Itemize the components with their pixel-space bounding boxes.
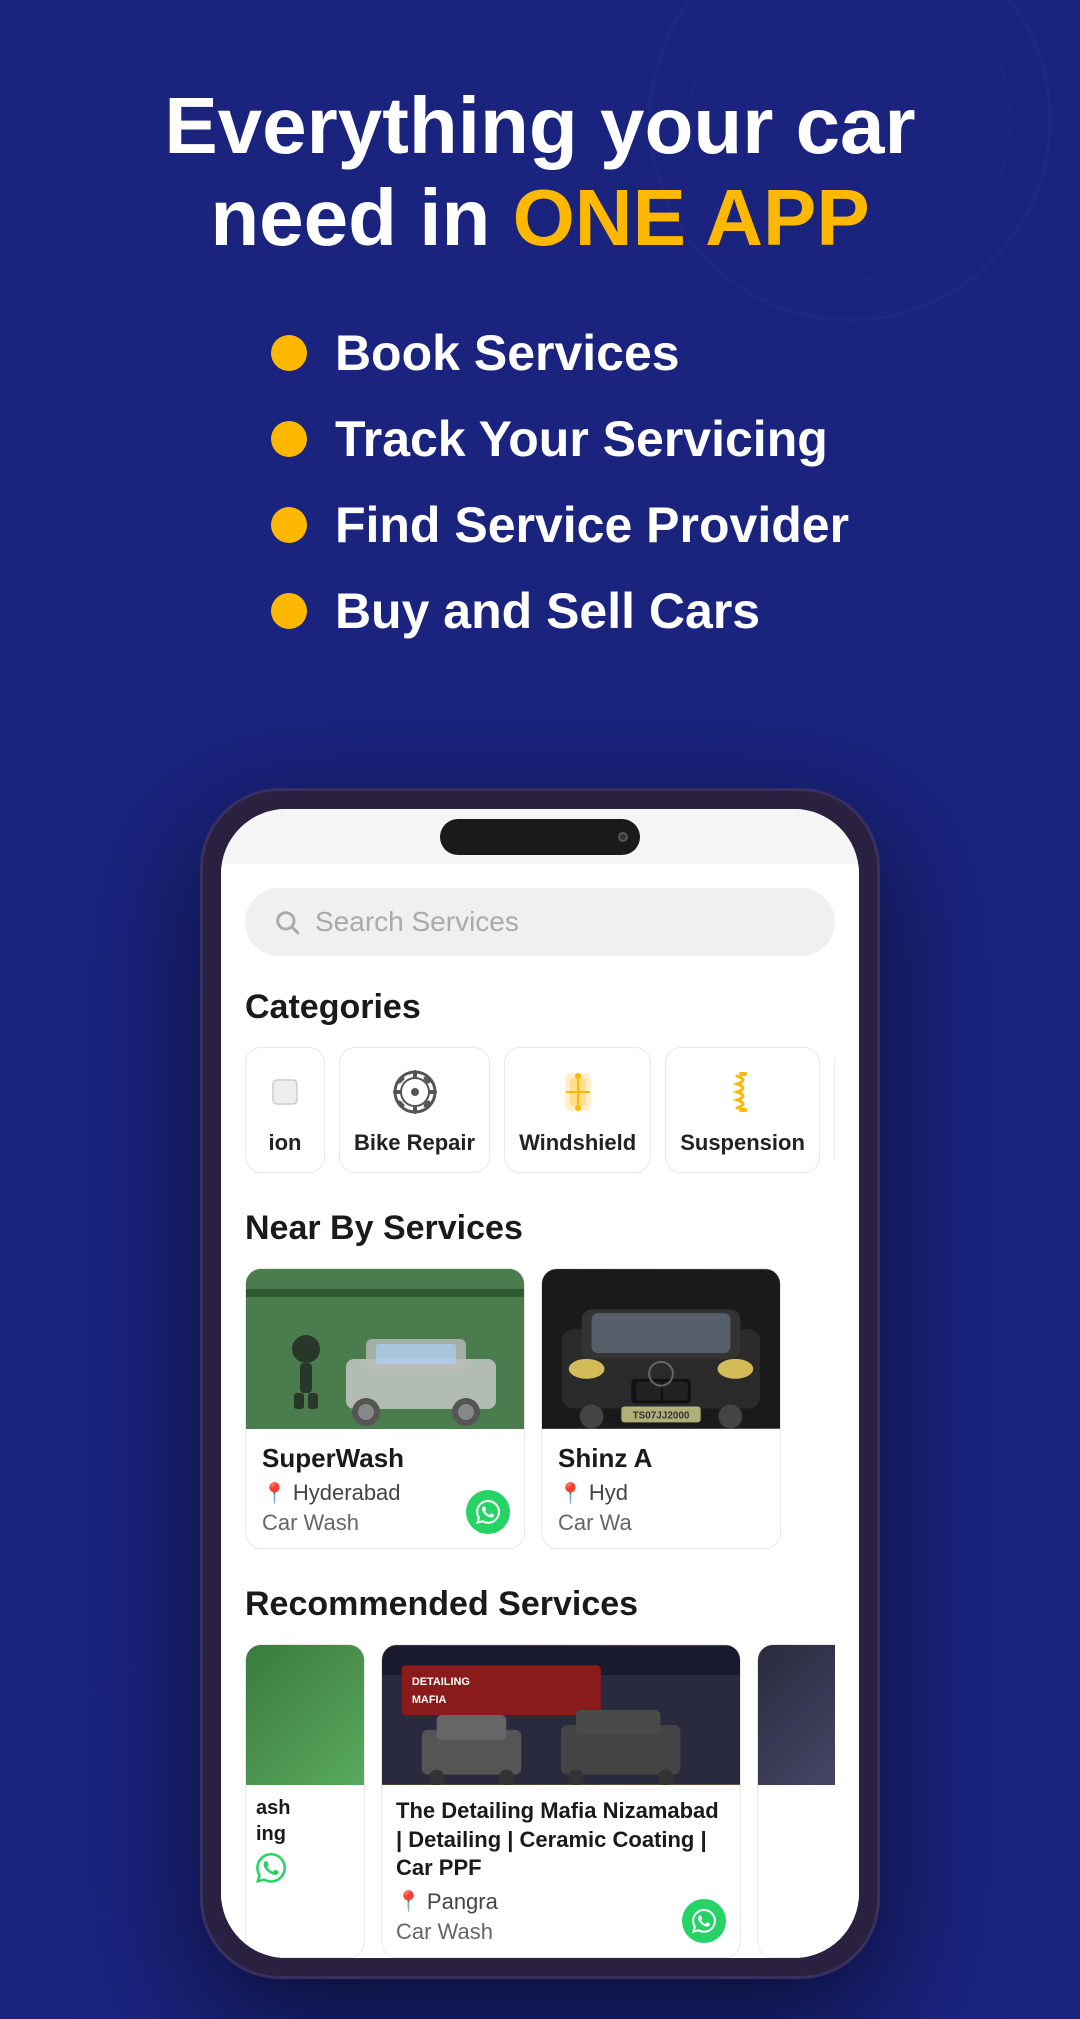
shinza-location: 📍 Hyd [558,1480,764,1506]
search-icon [273,908,301,936]
rec-card-partial-right[interactable] [757,1644,835,1958]
categories-title: Categories [245,988,835,1027]
partial-left-text: ashing [256,1795,354,1847]
svg-text:DETAILING: DETAILING [412,1676,470,1688]
shinza-name: Shinz A [558,1443,764,1474]
recommended-row: ashing [245,1644,835,1958]
feature-text-book: Book Services [335,324,680,382]
bullet-dot [271,593,307,629]
detailing-mafia-image: DETAILING MAFIA [382,1645,740,1785]
camera-dot [618,832,628,842]
nearby-row: SuperWash 📍 Hyderabad Car Wash [245,1268,835,1549]
feature-item-book: Book Services [271,324,849,382]
feature-text-find: Find Service Provider [335,496,849,554]
shinza-info: Shinz A 📍 Hyd Car Wa [542,1429,780,1548]
detailing-mafia-whatsapp-button[interactable] [682,1899,726,1943]
shinza-type: Car Wa [558,1510,764,1536]
recommended-section: Recommended Services ashing [245,1585,835,1958]
search-bar[interactable]: Search Services [245,888,835,956]
partial-left-whatsapp[interactable] [256,1853,354,1888]
hero-section: Everything your car need in ONE APP Book… [0,0,1080,728]
feature-list: Book Services Track Your Servicing Find … [271,324,849,668]
shinza-image: TS07JJ2000 [542,1269,780,1429]
bullet-dot [271,507,307,543]
superwash-info: SuperWash 📍 Hyderabad Car Wash [246,1429,524,1548]
superwash-city: Hyderabad [293,1480,401,1506]
detailing-mafia-name: The Detailing Mafia Nizamabad | Detailin… [396,1797,726,1883]
location-pin-icon: 📍 [262,1481,287,1506]
feature-item-find: Find Service Provider [271,496,849,554]
rec-card-img-partial-right [758,1645,835,1785]
category-card-suspension[interactable]: Suspension [665,1047,820,1173]
superwash-image [246,1269,524,1429]
service-card-superwash[interactable]: SuperWash 📍 Hyderabad Car Wash [245,1268,525,1549]
phone-inner: Search Services Categories [221,809,859,1958]
category-card-bike-repair[interactable]: Bike Repair [339,1047,490,1173]
location-pin-icon-2: 📍 [558,1481,583,1506]
partial-left-info: ashing [246,1785,364,1898]
partial-category-name: ion [269,1130,302,1156]
suspension-name: Suspension [680,1130,805,1156]
feature-text-buy: Buy and Sell Cars [335,582,760,640]
hero-title-highlight: ONE APP [513,173,870,262]
hero-title-line2: need in [210,173,512,262]
phone-frame: Search Services Categories [200,788,880,1979]
superwash-whatsapp-button[interactable] [466,1490,510,1534]
feature-item-buy: Buy and Sell Cars [271,582,849,640]
hero-title: Everything your car need in ONE APP [60,80,1020,264]
nearby-section: Near By Services [245,1209,835,1549]
superwash-name: SuperWash [262,1443,508,1474]
search-placeholder: Search Services [315,906,519,938]
categories-section: Categories ion [245,988,835,1173]
service-card-shinza[interactable]: TS07JJ2000 Shinz A 📍 Hyd [541,1268,781,1549]
partial-right-info [758,1785,835,1805]
category-card-tyres[interactable]: Tyres [834,1047,835,1173]
category-card-windshield[interactable]: Windshield [504,1047,651,1173]
category-card-partial[interactable]: ion [245,1047,325,1173]
windshield-name: Windshield [519,1130,636,1156]
bullet-dot [271,335,307,371]
rec-card-detailing-mafia[interactable]: DETAILING MAFIA [381,1644,741,1958]
categories-row: ion [245,1047,835,1173]
detailing-mafia-location: 📍 Pangra [396,1889,726,1915]
nearby-title: Near By Services [245,1209,835,1248]
partial-category-icon [257,1064,313,1120]
rec-card-img-partial [246,1645,364,1785]
svg-text:MAFIA: MAFIA [412,1694,447,1706]
bike-repair-icon [387,1064,443,1120]
app-content: Search Services Categories [221,864,859,1958]
phone-notch-bar [221,809,859,864]
suspension-icon [715,1064,771,1120]
phone-wrapper: Search Services Categories [0,788,1080,2019]
detailing-mafia-city: Pangra [427,1889,498,1915]
shinza-city: Hyd [589,1480,628,1506]
detailing-mafia-info: The Detailing Mafia Nizamabad | Detailin… [382,1785,740,1957]
windshield-icon [550,1064,606,1120]
recommended-title: Recommended Services [245,1585,835,1624]
svg-text:TS07JJ2000: TS07JJ2000 [633,1410,690,1421]
bike-repair-name: Bike Repair [354,1130,475,1156]
bullet-dot [271,421,307,457]
location-pin-icon-3: 📍 [396,1889,421,1914]
hero-title-line1: Everything your car [164,81,915,170]
rec-card-partial-left[interactable]: ashing [245,1644,365,1958]
dynamic-island [440,819,640,855]
feature-text-track: Track Your Servicing [335,410,828,468]
feature-item-track: Track Your Servicing [271,410,849,468]
detailing-mafia-type: Car Wash [396,1919,726,1945]
